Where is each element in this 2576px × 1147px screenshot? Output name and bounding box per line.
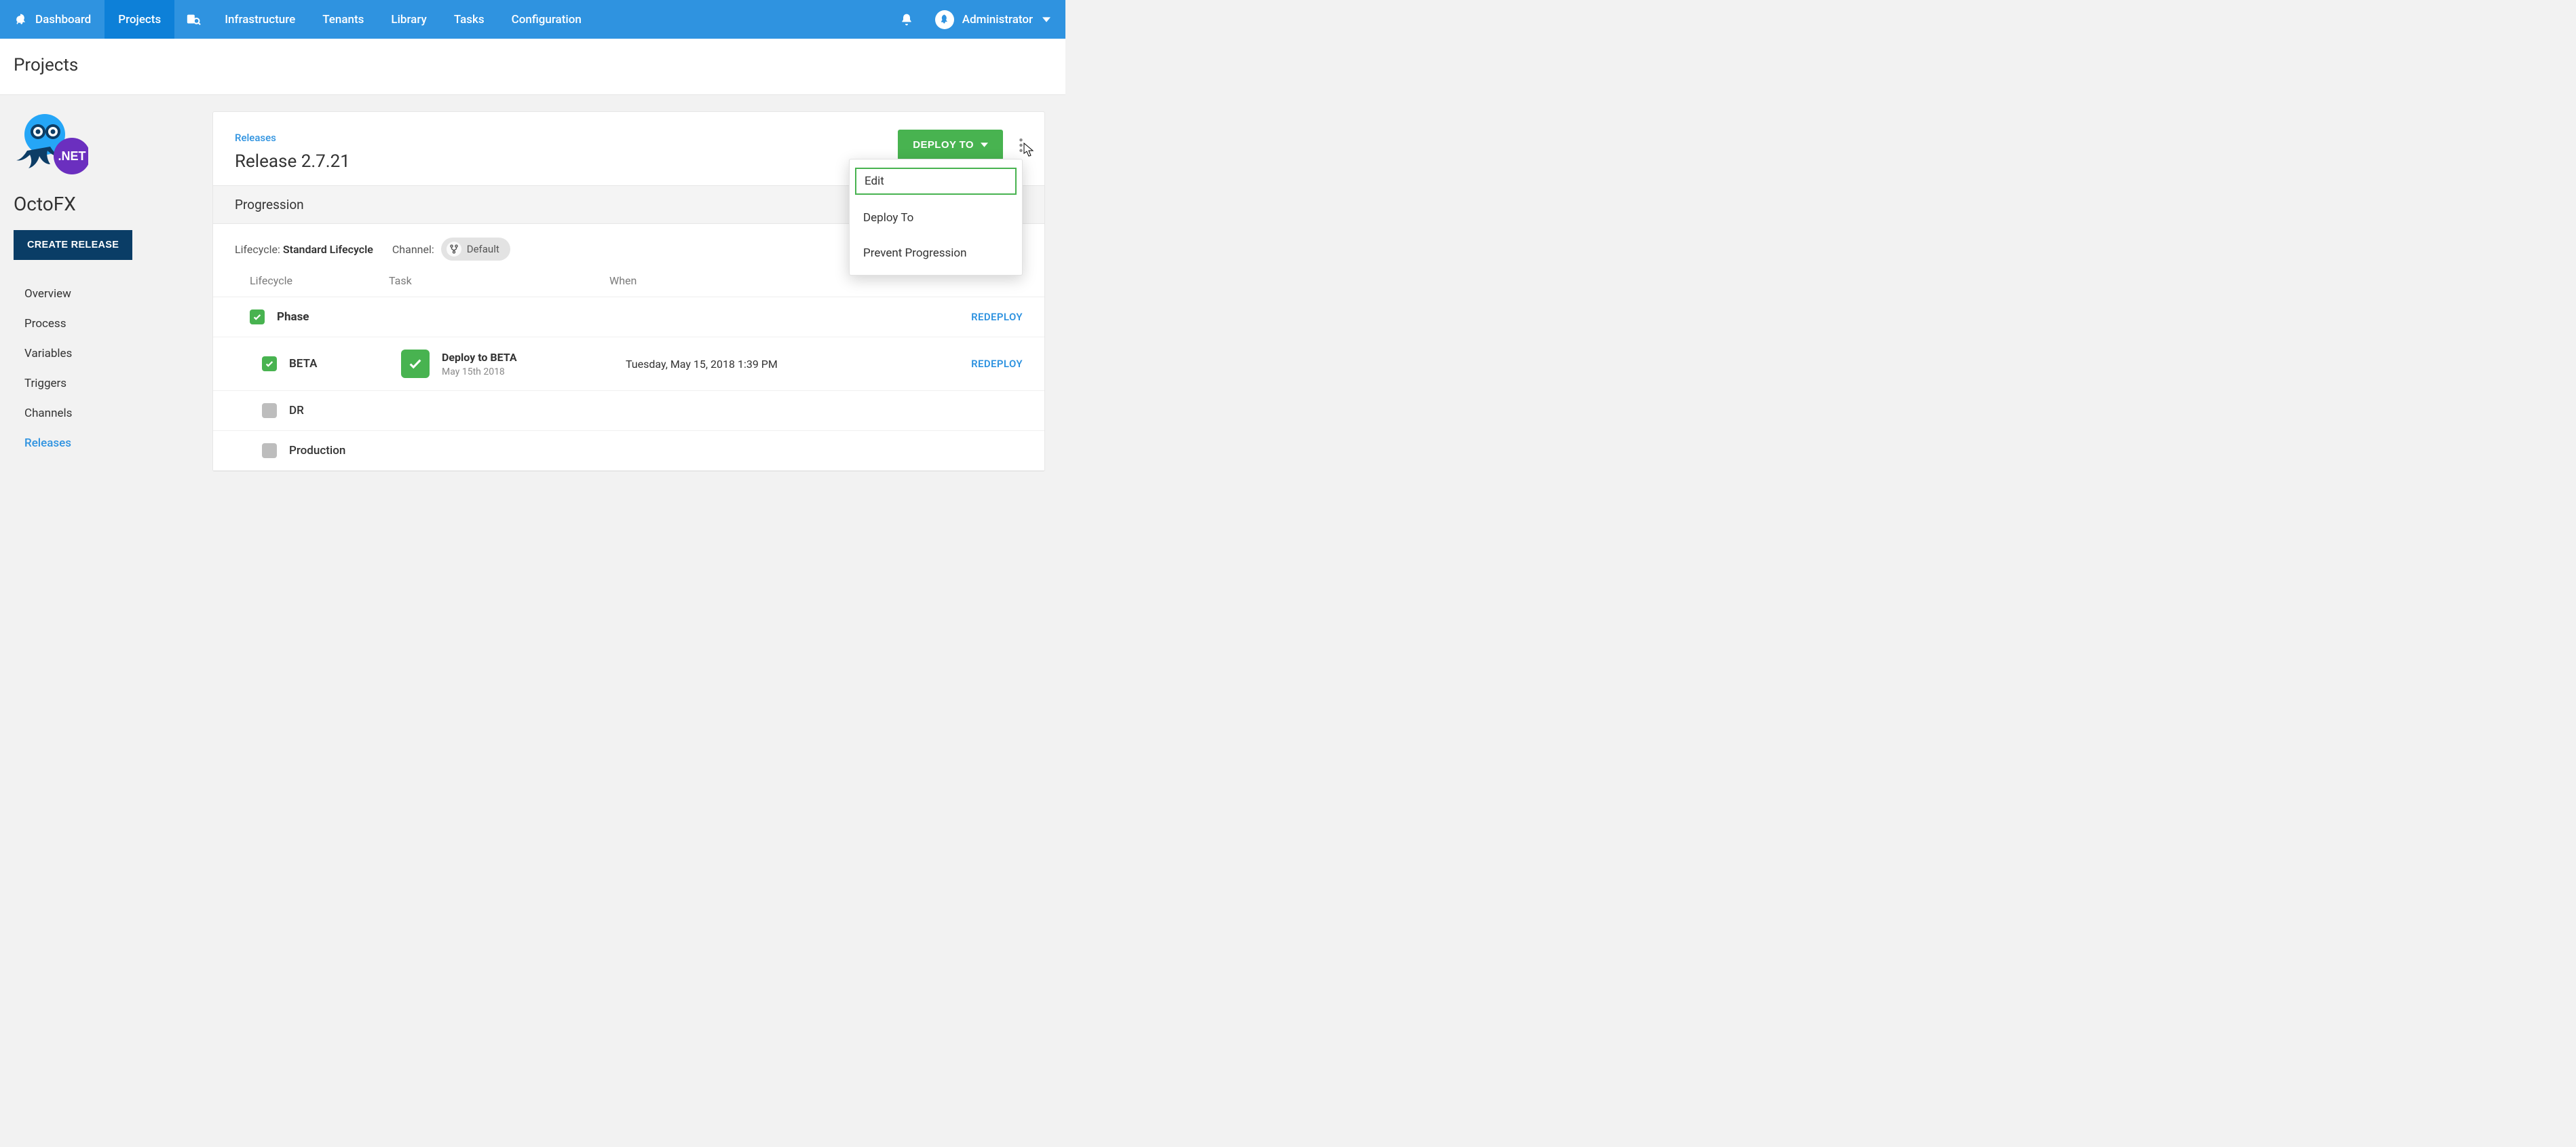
- nav-tasks[interactable]: Tasks: [440, 0, 498, 39]
- sidenav-overview[interactable]: Overview: [14, 279, 199, 309]
- create-release-button[interactable]: CREATE RELEASE: [14, 230, 132, 260]
- sidenav-variables[interactable]: Variables: [14, 339, 199, 369]
- env-row-production: Production: [213, 431, 1044, 471]
- progression-table-header: Lifecycle Task When: [213, 274, 1044, 297]
- redeploy-button[interactable]: REDEPLOY: [971, 358, 1023, 370]
- pending-icon: [262, 403, 277, 418]
- nav-user-menu[interactable]: Administrator: [926, 0, 1065, 39]
- menu-prevent-progression[interactable]: Prevent Progression: [850, 236, 1022, 271]
- deploy-to-button[interactable]: DEPLOY TO: [898, 130, 1003, 160]
- nav-projects-label: Projects: [118, 13, 161, 26]
- nav-dashboard-label: Dashboard: [35, 13, 91, 26]
- sidenav-triggers[interactable]: Triggers: [14, 369, 199, 398]
- nav-infrastructure[interactable]: Infrastructure: [211, 0, 309, 39]
- project-logo: .NET: [14, 111, 88, 179]
- bell-icon: [900, 13, 913, 26]
- task-title[interactable]: Deploy to BETA: [442, 351, 517, 364]
- sidenav-releases[interactable]: Releases: [14, 428, 199, 458]
- overflow-menu: Edit Deploy To Prevent Progression: [849, 159, 1023, 276]
- search-icon: [185, 12, 200, 27]
- release-card: Releases Release 2.7.21 DEPLOY TO: [212, 111, 1045, 472]
- mouse-cursor-icon: [1023, 143, 1035, 157]
- nav-library[interactable]: Library: [377, 0, 440, 39]
- lifecycle-value: Standard Lifecycle: [283, 243, 373, 256]
- project-name: OctoFX: [14, 193, 199, 215]
- channel-chip[interactable]: Default: [441, 238, 510, 261]
- avatar-icon: [935, 10, 954, 29]
- check-icon: [262, 356, 277, 371]
- sidenav-process[interactable]: Process: [14, 309, 199, 339]
- env-row-beta: BETA Deploy to BETA May 15th 2018 Tuesda…: [213, 337, 1044, 391]
- project-sidebar: .NET OctoFX CREATE RELEASE Overview Proc…: [0, 95, 212, 485]
- caret-down-icon: [981, 143, 988, 147]
- col-task: Task: [389, 274, 609, 287]
- breadcrumb-releases[interactable]: Releases: [235, 132, 276, 144]
- sidenav-channels[interactable]: Channels: [14, 398, 199, 428]
- col-when: When: [609, 274, 1023, 287]
- nav-projects[interactable]: Projects: [105, 0, 174, 39]
- redeploy-button[interactable]: REDEPLOY: [971, 311, 1023, 323]
- nav-search[interactable]: [174, 0, 211, 39]
- octopus-logo-icon: [14, 13, 27, 26]
- task-subtitle: May 15th 2018: [442, 366, 517, 377]
- check-icon: [250, 309, 265, 324]
- release-title: Release 2.7.21: [235, 151, 350, 172]
- overflow-menu-button[interactable]: Edit Deploy To Prevent Progression: [1019, 138, 1023, 152]
- pending-icon: [262, 443, 277, 458]
- menu-edit[interactable]: Edit: [854, 166, 1018, 196]
- nav-dashboard[interactable]: Dashboard: [0, 0, 105, 39]
- page-titlebar: Projects: [0, 39, 1065, 95]
- menu-deploy-to[interactable]: Deploy To: [850, 200, 1022, 236]
- nav-user-label: Administrator: [962, 13, 1033, 26]
- col-lifecycle: Lifecycle: [250, 274, 389, 287]
- page-title: Projects: [14, 55, 1052, 75]
- svg-text:.NET: .NET: [58, 149, 86, 163]
- task-when: Tuesday, May 15, 2018 1:39 PM: [622, 358, 778, 371]
- phase-row: Phase REDEPLOY: [213, 297, 1044, 337]
- env-row-dr: DR: [213, 391, 1044, 431]
- top-nav: Dashboard Projects Infrastructure Tenant…: [0, 0, 1065, 39]
- nav-tenants[interactable]: Tenants: [309, 0, 377, 39]
- task-status-icon: [401, 350, 430, 378]
- nav-notifications[interactable]: [888, 0, 926, 39]
- project-side-nav: Overview Process Variables Triggers Chan…: [14, 279, 199, 458]
- nav-configuration[interactable]: Configuration: [498, 0, 595, 39]
- caret-down-icon: [1042, 17, 1050, 22]
- branch-icon: [447, 242, 461, 257]
